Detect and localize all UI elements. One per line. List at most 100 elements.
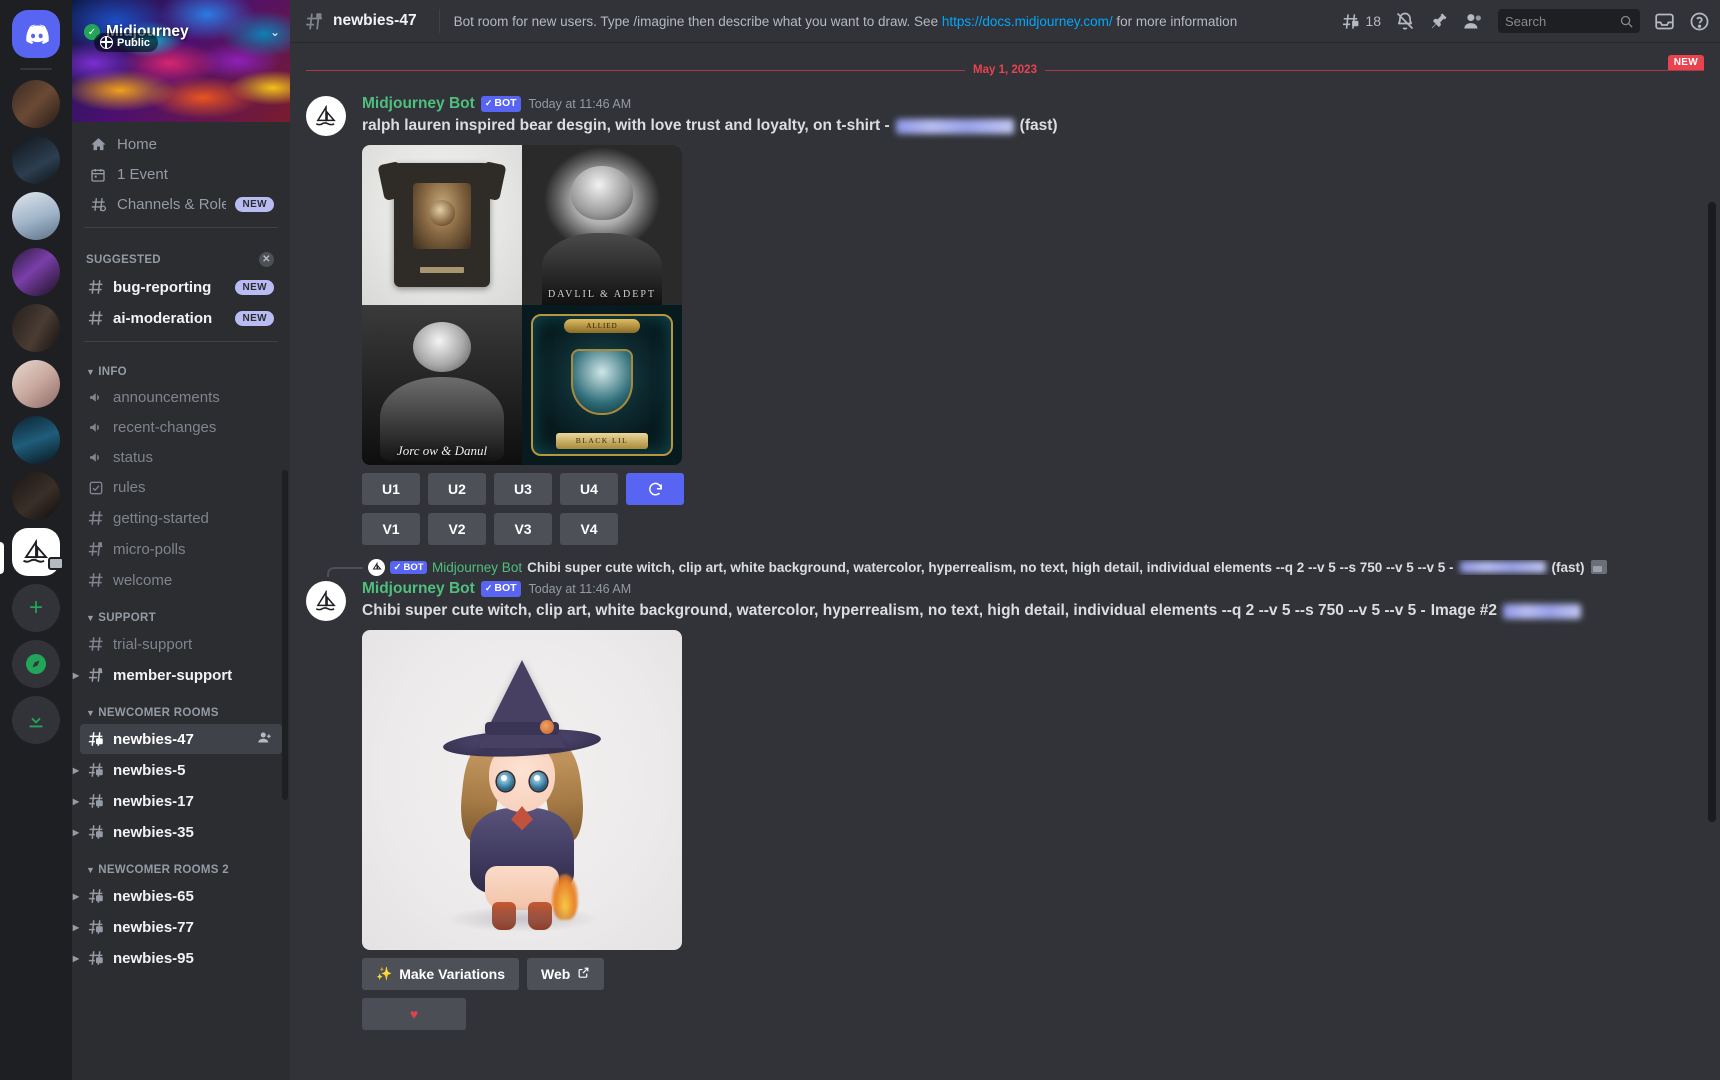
section-title: NEWCOMER ROOMS bbox=[98, 707, 219, 719]
server-icon-2[interactable] bbox=[12, 136, 60, 184]
server-icon-8[interactable] bbox=[12, 472, 60, 520]
sidebar-item-bug-reporting[interactable]: bug-reporting NEW bbox=[80, 272, 282, 302]
new-messages-badge: NEW bbox=[1667, 55, 1704, 70]
section-header-info[interactable]: ▼ INFO bbox=[72, 350, 290, 382]
section-header-suggested[interactable]: SUGGESTED ✕ bbox=[72, 236, 290, 271]
threads-button[interactable]: 18 bbox=[1341, 12, 1381, 31]
generated-image-grid[interactable]: DAVLIL & ADEPT Jorc ow & Danul ALLIED BL… bbox=[362, 145, 682, 466]
sidebar-item-announcements[interactable]: announcements bbox=[80, 383, 282, 412]
sidebar-item-getting-started[interactable]: getting-started bbox=[80, 503, 282, 533]
avatar[interactable] bbox=[306, 96, 346, 136]
avatar[interactable] bbox=[306, 581, 346, 622]
sidebar-item-newbies-65[interactable]: ▶ newbies-65 bbox=[73, 881, 282, 911]
inbox-icon[interactable] bbox=[1654, 11, 1675, 32]
sidebar-item-welcome[interactable]: welcome bbox=[80, 565, 282, 595]
add-member-icon[interactable] bbox=[257, 730, 274, 748]
add-server-button[interactable]: + bbox=[12, 584, 60, 632]
topic-link[interactable]: https://docs.midjourney.com/ bbox=[942, 14, 1113, 29]
tshirt-mockup bbox=[394, 163, 490, 288]
sidebar-item-newbies-95[interactable]: ▶ newbies-95 bbox=[73, 943, 282, 973]
sidebar-item-events[interactable]: 1 Event bbox=[80, 160, 282, 189]
message-header: Midjourney Bot ✓ BOT Today at 11:46 AM bbox=[362, 94, 1704, 114]
sidebar-item-newbies-47[interactable]: newbies-47 bbox=[80, 724, 282, 754]
sidebar-item-newbies-5[interactable]: ▶ newbies-5 bbox=[73, 755, 282, 785]
sidebar-item-member-support[interactable]: ▶ member-support bbox=[73, 660, 282, 690]
sidebar-item-ai-moderation[interactable]: ai-moderation NEW bbox=[80, 303, 282, 333]
notification-off-icon[interactable] bbox=[1395, 11, 1415, 31]
message-author[interactable]: Midjourney Bot bbox=[362, 579, 475, 599]
make-variations-button[interactable]: ✨ Make Variations bbox=[362, 958, 520, 991]
server-rail: + bbox=[0, 0, 72, 1080]
partial-button[interactable]: ♥ bbox=[362, 998, 466, 1031]
section-header-newcomer-rooms[interactable]: ▼ NEWCOMER ROOMS bbox=[72, 691, 290, 723]
sidebar-scrollbar[interactable] bbox=[282, 470, 288, 800]
section-header-support[interactable]: ▼ SUPPORT bbox=[72, 596, 290, 628]
u1-button[interactable]: U1 bbox=[362, 473, 420, 506]
server-icon-5[interactable] bbox=[12, 304, 60, 352]
sidebar-item-recent-changes[interactable]: recent-changes bbox=[80, 413, 282, 442]
announcement-icon bbox=[86, 419, 106, 436]
grid-image-1[interactable] bbox=[362, 145, 522, 306]
u4-button[interactable]: U4 bbox=[560, 473, 618, 506]
crest-shield bbox=[571, 348, 633, 415]
chevron-down-icon: ▼ bbox=[86, 708, 96, 718]
sidebar-item-newbies-17[interactable]: ▶ newbies-17 bbox=[73, 786, 282, 816]
grid-image-4[interactable]: ALLIED BLACK LIL bbox=[522, 305, 682, 466]
chevron-right-icon[interactable]: ▶ bbox=[72, 671, 80, 680]
grid-image-3[interactable]: Jorc ow & Danul bbox=[362, 305, 522, 466]
hash-thread-icon bbox=[86, 540, 106, 558]
server-icon-1[interactable] bbox=[12, 80, 60, 128]
v1-button[interactable]: V1 bbox=[362, 513, 420, 546]
download-apps-button[interactable] bbox=[12, 696, 60, 744]
web-button[interactable]: Web bbox=[527, 958, 605, 991]
chevron-right-icon[interactable]: ▶ bbox=[72, 892, 80, 901]
sidebar-item-channels-roles[interactable]: Channels & Roles NEW bbox=[80, 190, 282, 219]
chevron-right-icon[interactable]: ▶ bbox=[72, 828, 80, 837]
reroll-button[interactable] bbox=[626, 473, 684, 506]
server-icon-4[interactable] bbox=[12, 248, 60, 296]
explore-servers-button[interactable] bbox=[12, 640, 60, 688]
sidebar-item-newbies-35[interactable]: ▶ newbies-35 bbox=[73, 817, 282, 847]
chevron-down-icon[interactable]: ⌄ bbox=[270, 25, 280, 39]
hash-forum-icon bbox=[86, 887, 106, 905]
channel-name: member-support bbox=[113, 666, 233, 684]
generated-image-witch[interactable] bbox=[362, 630, 682, 951]
u3-button[interactable]: U3 bbox=[494, 473, 552, 506]
v2-button[interactable]: V2 bbox=[428, 513, 486, 546]
v4-button[interactable]: V4 bbox=[560, 513, 618, 546]
sidebar-item-status[interactable]: status bbox=[80, 443, 282, 472]
help-icon[interactable] bbox=[1689, 11, 1710, 32]
reply-author[interactable]: Midjourney Bot bbox=[432, 560, 522, 575]
pinned-messages-icon[interactable] bbox=[1429, 11, 1449, 31]
heart-icon: ♥ bbox=[409, 1006, 419, 1023]
sidebar-item-trial-support[interactable]: trial-support bbox=[80, 629, 282, 659]
discord-home-button[interactable] bbox=[12, 10, 60, 58]
member-list-icon[interactable] bbox=[1463, 11, 1484, 32]
grid-image-2[interactable]: DAVLIL & ADEPT bbox=[522, 145, 682, 306]
chevron-right-icon[interactable]: ▶ bbox=[72, 954, 80, 963]
search-input[interactable]: Search bbox=[1498, 9, 1640, 33]
sidebar-item-home[interactable]: Home bbox=[80, 130, 282, 159]
sidebar-item-micro-polls[interactable]: micro-polls bbox=[80, 534, 282, 564]
hash-icon bbox=[86, 571, 106, 589]
message-scrollbar[interactable] bbox=[1708, 202, 1716, 822]
guild-privacy-label: Public bbox=[117, 36, 151, 49]
server-icon-6[interactable] bbox=[12, 360, 60, 408]
bot-badge-label: BOT bbox=[494, 582, 517, 595]
reply-bot-label: BOT bbox=[403, 561, 424, 573]
reply-reference[interactable]: ✓ BOT Midjourney Bot Chibi super cute wi… bbox=[306, 557, 1720, 577]
server-icon-3[interactable] bbox=[12, 192, 60, 240]
chevron-right-icon[interactable]: ▶ bbox=[72, 797, 80, 806]
chevron-right-icon[interactable]: ▶ bbox=[72, 923, 80, 932]
guild-banner: ✓ Midjourney ⌄ Public bbox=[72, 0, 290, 122]
sidebar-item-rules[interactable]: rules bbox=[80, 473, 282, 502]
chevron-right-icon[interactable]: ▶ bbox=[72, 766, 80, 775]
v3-button[interactable]: V3 bbox=[494, 513, 552, 546]
u2-button[interactable]: U2 bbox=[428, 473, 486, 506]
section-header-newcomer-rooms-2[interactable]: ▼ NEWCOMER ROOMS 2 bbox=[72, 848, 290, 880]
close-icon[interactable]: ✕ bbox=[259, 252, 274, 267]
message-chibi-witch: Midjourney Bot ✓ BOT Today at 11:46 AM C… bbox=[290, 577, 1720, 1032]
sidebar-item-newbies-77[interactable]: ▶ newbies-77 bbox=[73, 912, 282, 942]
message-author[interactable]: Midjourney Bot bbox=[362, 94, 475, 114]
server-icon-7[interactable] bbox=[12, 416, 60, 464]
